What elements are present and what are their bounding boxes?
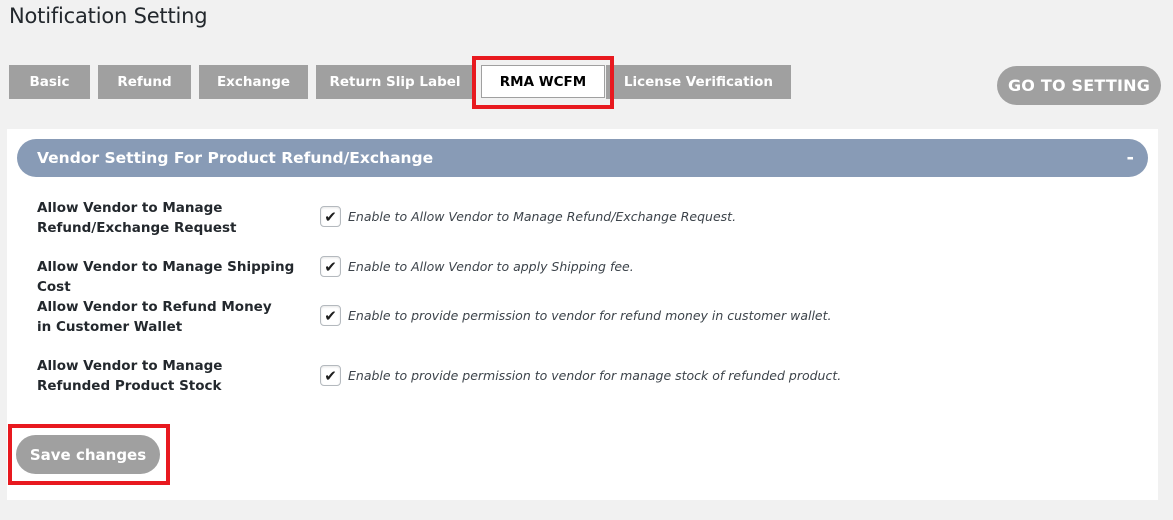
setting-label-manage-refunded-stock: Allow Vendor to Manage Refunded Product … — [37, 358, 223, 394]
setting-description: Enable to Allow Vendor to apply Shipping… — [348, 259, 634, 274]
tab-license-verification[interactable]: License Verification — [606, 65, 791, 99]
setting-label-manage-refund-exchange: Allow Vendor to Manage Refund/Exchange R… — [37, 200, 237, 236]
setting-row-manage-refund-exchange: ✔ Enable to Allow Vendor to Manage Refun… — [320, 206, 736, 227]
tab-refund[interactable]: Refund — [98, 65, 191, 99]
setting-label-refund-to-wallet: Allow Vendor to Refund Money in Customer… — [37, 299, 272, 335]
setting-row-refund-to-wallet: ✔ Enable to provide permission to vendor… — [320, 305, 832, 326]
page-title: Notification Setting — [9, 4, 208, 28]
section-title: Vendor Setting For Product Refund/Exchan… — [37, 149, 434, 167]
tab-basic[interactable]: Basic — [9, 65, 90, 99]
save-changes-button[interactable]: Save changes — [16, 435, 160, 474]
settings-panel: Vendor Setting For Product Refund/Exchan… — [7, 129, 1158, 500]
checkbox-manage-refunded-stock[interactable]: ✔ — [320, 365, 341, 386]
tab-exchange[interactable]: Exchange — [199, 65, 308, 99]
setting-row-manage-refunded-stock: ✔ Enable to provide permission to vendor… — [320, 365, 841, 386]
tab-return-slip-label[interactable]: Return Slip Label — [316, 65, 474, 99]
collapse-icon[interactable]: - — [1127, 148, 1134, 169]
checkbox-refund-to-wallet[interactable]: ✔ — [320, 305, 341, 326]
setting-description: Enable to provide permission to vendor f… — [348, 308, 832, 323]
setting-description: Enable to provide permission to vendor f… — [348, 368, 842, 383]
setting-description: Enable to Allow Vendor to Manage Refund/… — [348, 209, 737, 224]
go-to-setting-button[interactable]: GO TO SETTING — [997, 66, 1161, 105]
checkbox-manage-refund-exchange[interactable]: ✔ — [320, 206, 341, 227]
setting-label-manage-shipping-cost: Allow Vendor to Manage Shipping Cost — [37, 259, 295, 295]
setting-row-manage-shipping-cost: ✔ Enable to Allow Vendor to apply Shippi… — [320, 256, 634, 277]
section-header[interactable]: Vendor Setting For Product Refund/Exchan… — [17, 139, 1148, 177]
checkbox-manage-shipping-cost[interactable]: ✔ — [320, 256, 341, 277]
tab-rma-wcfm[interactable]: RMA WCFM — [481, 65, 605, 98]
